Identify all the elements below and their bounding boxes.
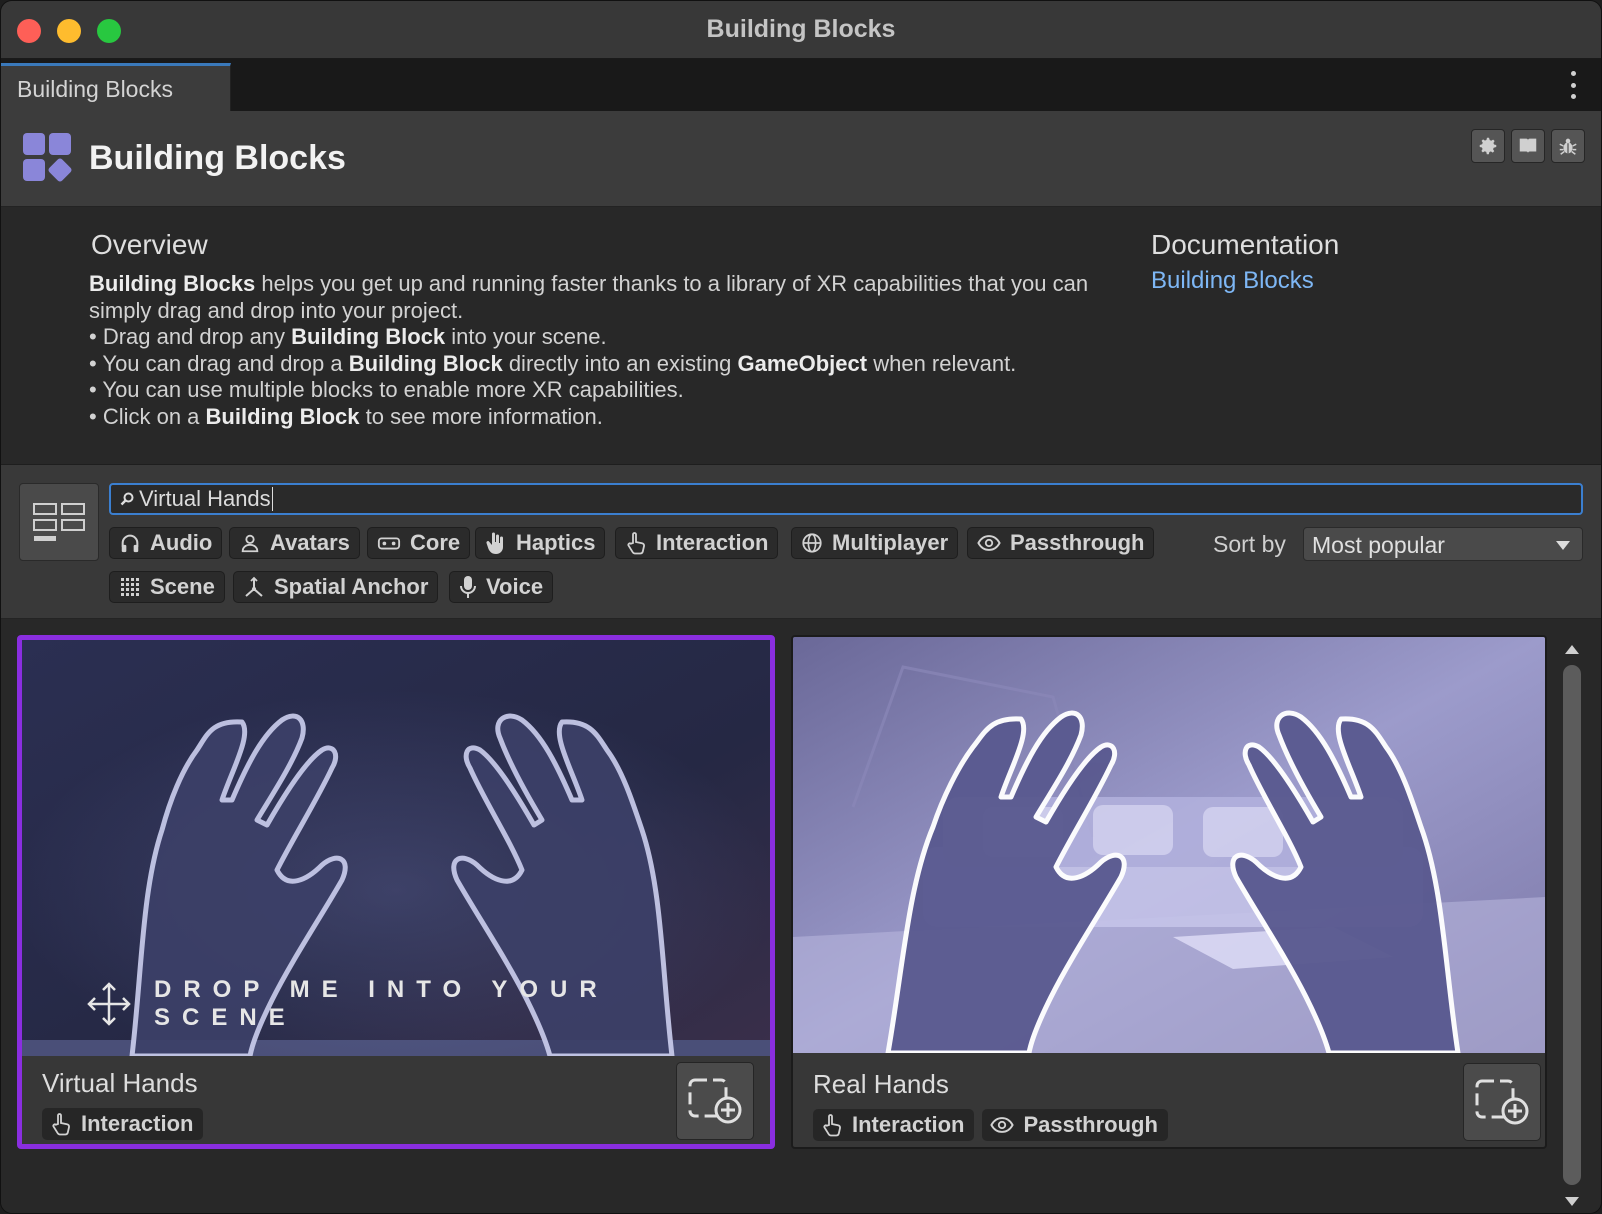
block-card-real-hands[interactable]: Real Hands Interaction Passthrough xyxy=(791,635,1547,1149)
hand-icon xyxy=(486,532,503,554)
card-tags: Interaction Passthrough xyxy=(813,1109,1168,1141)
building-blocks-logo-icon xyxy=(23,133,73,183)
add-to-scene-icon xyxy=(688,1078,742,1124)
microphone-icon xyxy=(460,576,476,598)
page-title: Building Blocks xyxy=(89,139,346,177)
add-block-button[interactable] xyxy=(1463,1063,1541,1141)
title-bar: Building Blocks xyxy=(1,1,1601,59)
overview-description: Building Blocks helps you get up and run… xyxy=(89,271,1149,431)
chip-label: Multiplayer xyxy=(832,530,949,555)
more-options-icon[interactable] xyxy=(1569,71,1577,99)
overview-section: Overview Building Blocks helps you get u… xyxy=(1,207,1601,465)
filter-chip-spatial-anchor[interactable]: Spatial Anchor xyxy=(233,571,439,603)
headset-icon xyxy=(377,537,401,550)
filter-chip-avatars[interactable]: Avatars xyxy=(229,527,360,559)
sort-dropdown[interactable]: Most popular xyxy=(1303,527,1583,561)
chip-label: Spatial Anchor xyxy=(274,574,429,599)
documentation-title: Documentation xyxy=(1151,229,1340,260)
chip-label: Scene xyxy=(150,574,215,599)
add-block-button[interactable] xyxy=(676,1062,754,1140)
eye-icon xyxy=(977,535,1001,551)
chip-label: Passthrough xyxy=(1010,530,1145,555)
real-hands-thumbnail xyxy=(793,637,1545,1053)
tag-label: Interaction xyxy=(852,1112,965,1137)
page-header: Building Blocks xyxy=(1,111,1601,207)
book-icon xyxy=(1519,138,1537,154)
window-title: Building Blocks xyxy=(706,15,896,43)
block-card-virtual-hands[interactable]: DROP ME INTO YOUR SCENE Virtual Hands In… xyxy=(17,635,775,1149)
list-grid-layout-icon xyxy=(33,503,85,541)
pointer-hand-icon xyxy=(823,1114,841,1137)
chip-label: Avatars xyxy=(270,530,350,555)
settings-button[interactable] xyxy=(1471,129,1505,163)
overview-intro-bold: Building Blocks xyxy=(89,271,256,296)
gear-icon xyxy=(1479,137,1497,155)
blocks-grid: DROP ME INTO YOUR SCENE Virtual Hands In… xyxy=(1,619,1601,1213)
chip-label: Audio xyxy=(150,530,213,555)
search-value: Virtual Hands xyxy=(139,486,271,511)
person-icon xyxy=(241,534,259,553)
search-icon xyxy=(120,492,134,506)
filter-bar: Virtual Hands Audio Avatars Core Haptics… xyxy=(1,465,1601,619)
overview-bullet-4: • Click on a Building Block to see more … xyxy=(89,403,603,429)
filter-chip-audio[interactable]: Audio xyxy=(109,527,223,559)
move-arrows-icon xyxy=(87,982,131,1026)
filter-chip-passthrough[interactable]: Passthrough xyxy=(967,527,1155,559)
filter-chip-core[interactable]: Core xyxy=(367,527,471,559)
eye-icon xyxy=(990,1117,1015,1133)
tag-passthrough: Passthrough xyxy=(982,1109,1168,1141)
chip-label: Voice xyxy=(486,574,544,599)
vertical-scrollbar-thumb[interactable] xyxy=(1563,665,1581,1185)
debug-button[interactable] xyxy=(1551,129,1585,163)
building-blocks-window: Building Blocks Building Blocks Building… xyxy=(0,0,1602,1214)
overview-bullet-1: • Drag and drop any Building Block into … xyxy=(89,324,607,350)
text-caret xyxy=(271,487,273,511)
chip-label: Interaction xyxy=(656,530,769,555)
anchor-axes-icon xyxy=(245,576,263,597)
drop-hint: DROP ME INTO YOUR SCENE xyxy=(86,976,770,1032)
filter-chip-interaction[interactable]: Interaction xyxy=(615,527,779,559)
scroll-down-arrow[interactable] xyxy=(1565,1197,1579,1206)
card-title: Virtual Hands xyxy=(42,1068,198,1098)
filter-chip-voice[interactable]: Voice xyxy=(449,571,554,603)
overview-bullet-3: • You can use multiple blocks to enable … xyxy=(89,377,684,403)
pointer-hand-icon xyxy=(52,1113,70,1136)
filter-chip-scene[interactable]: Scene xyxy=(109,571,225,603)
layout-toggle-button[interactable] xyxy=(19,483,99,561)
chip-label: Core xyxy=(410,530,461,555)
chip-label: Haptics xyxy=(516,530,596,555)
sort-by-label: Sort by xyxy=(1213,531,1286,557)
overview-bullet-2: • You can drag and drop a Building Block… xyxy=(89,350,1017,376)
tab-strip: Building Blocks xyxy=(1,59,1601,111)
tag-label: Passthrough xyxy=(1023,1112,1158,1137)
filter-chip-haptics[interactable]: Haptics xyxy=(475,527,606,559)
documentation-link[interactable]: Building Blocks xyxy=(1151,267,1314,295)
tag-interaction: Interaction xyxy=(42,1108,204,1140)
grid-dots-icon xyxy=(121,578,139,596)
filter-chip-multiplayer[interactable]: Multiplayer xyxy=(791,527,959,559)
search-input[interactable]: Virtual Hands xyxy=(109,483,1583,515)
tag-label: Interaction xyxy=(81,1111,194,1136)
card-title: Real Hands xyxy=(813,1069,949,1099)
overview-title: Overview xyxy=(91,229,208,260)
card-tags: Interaction xyxy=(42,1108,204,1140)
headphones-icon xyxy=(121,534,139,553)
overview-intro: Building Blocks helps you get up and run… xyxy=(89,271,1149,324)
pointer-hand-icon xyxy=(627,532,645,555)
globe-icon xyxy=(802,533,822,553)
tag-interaction: Interaction xyxy=(813,1109,975,1141)
bug-icon xyxy=(1559,138,1577,155)
tab-building-blocks[interactable]: Building Blocks xyxy=(1,63,231,111)
drop-hint-text: DROP ME INTO YOUR SCENE xyxy=(154,976,609,1031)
sort-value: Most popular xyxy=(1312,532,1445,558)
documentation-button[interactable] xyxy=(1511,129,1545,163)
add-to-scene-icon xyxy=(1475,1079,1529,1125)
scroll-up-arrow[interactable] xyxy=(1565,645,1579,654)
chevron-down-icon xyxy=(1556,541,1570,550)
